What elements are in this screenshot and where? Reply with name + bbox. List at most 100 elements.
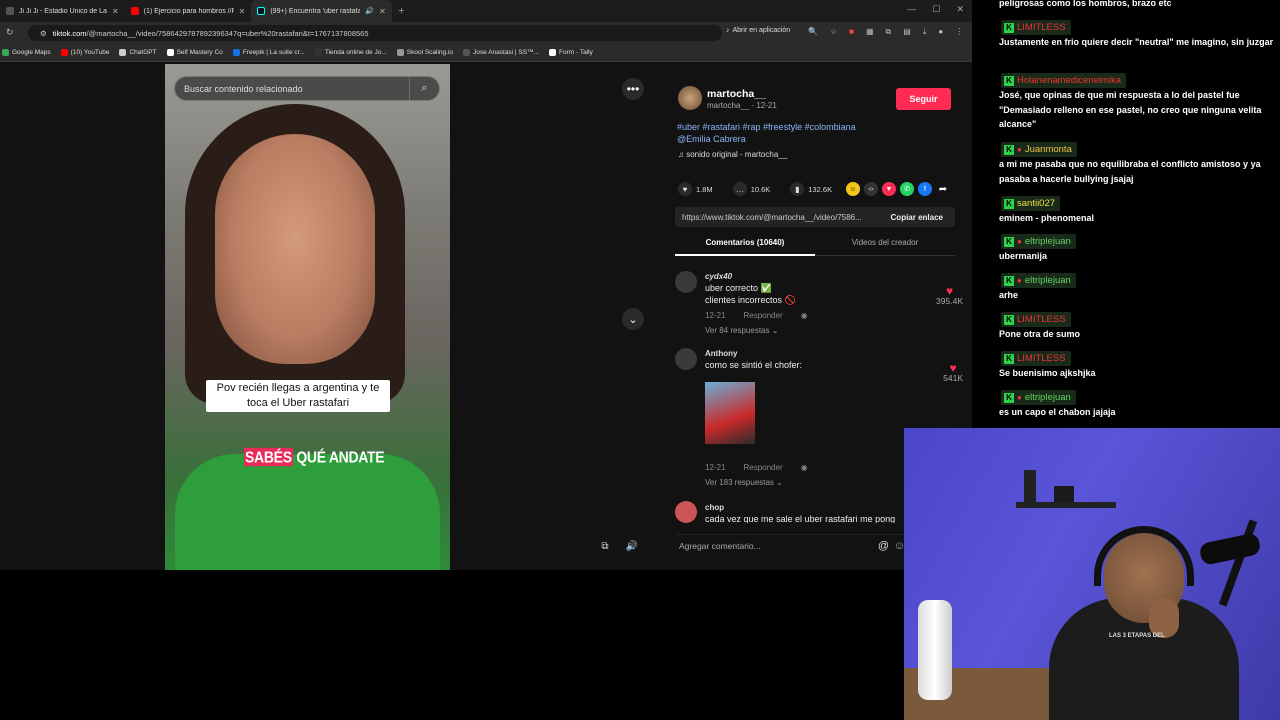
sub-badge-icon: ● xyxy=(1017,237,1022,246)
comment-author[interactable]: chop xyxy=(705,503,724,512)
shelf xyxy=(1016,502,1116,508)
facebook-icon[interactable]: f xyxy=(918,182,932,196)
mention-link[interactable]: @Emilia Cabrera xyxy=(677,133,947,145)
post-link[interactable]: https://www.tiktok.com/@martocha__/video… xyxy=(682,213,862,222)
tab-creator-videos[interactable]: Videos del creador xyxy=(815,238,955,247)
zoom-icon[interactable]: 🔍 xyxy=(808,27,818,37)
bookmark-icon[interactable]: ▮ xyxy=(790,182,805,196)
add-comment-input[interactable]: Agregar comentario... @ ☺ xyxy=(675,534,905,556)
mention-icon[interactable]: @ xyxy=(878,540,889,552)
tab-comments[interactable]: Comentarios (10640) xyxy=(675,238,815,256)
pip-icon[interactable]: ⧉ xyxy=(596,537,614,555)
microphone xyxy=(1198,532,1262,566)
video-player[interactable] xyxy=(165,64,450,570)
chat-username[interactable]: K ● eltriplejuan xyxy=(1001,234,1076,249)
bookmark-item[interactable]: Google Maps xyxy=(2,49,51,56)
puzzle-icon[interactable]: ⧉ xyxy=(886,27,892,37)
volume-icon[interactable]: 🔊 xyxy=(623,537,641,555)
embed-icon[interactable]: ‹› xyxy=(864,182,878,196)
chat-message: Se buenisimo ajkshjka xyxy=(999,368,1096,378)
chat-username[interactable]: K ● eltriplejuan xyxy=(1001,390,1076,405)
chat-username[interactable]: K ● Juanmonta xyxy=(1001,142,1077,157)
bookmark-item[interactable]: Tienda online de Jo... xyxy=(314,49,387,56)
more-options-button[interactable]: ••• xyxy=(622,78,644,100)
share-arrow-icon[interactable]: ➦ xyxy=(936,182,950,196)
minimize-icon[interactable]: — xyxy=(907,4,916,15)
chat-message: arhe xyxy=(999,290,1019,300)
chat-username[interactable]: K Holanenamedicenelmika xyxy=(1001,73,1127,88)
next-video-button[interactable]: ⌄ xyxy=(622,308,644,330)
avatar[interactable] xyxy=(678,86,702,110)
new-tab-button[interactable]: ＋ xyxy=(392,0,411,22)
follow-button[interactable]: Seguir xyxy=(896,88,951,110)
close-icon[interactable]: ✕ xyxy=(112,7,119,16)
chat-username[interactable]: K ● eltriplejuan xyxy=(1001,273,1076,288)
chat-username-text: eltriplejuan xyxy=(1024,236,1071,247)
search-icon[interactable]: ⌕ xyxy=(409,77,439,100)
comment-like-count: 541K xyxy=(943,373,963,383)
hashtags[interactable]: #uber #rastafari #rap #freestyle #colomb… xyxy=(677,121,947,133)
tab-1[interactable]: Ji Ji Ji - Estadio Único de La ✕ xyxy=(0,0,125,22)
sidebar-icon[interactable]: ▤ xyxy=(903,27,911,37)
bookmark-item[interactable]: Form - Tally xyxy=(549,49,593,56)
bookmark-item[interactable]: Jose Anastasi | SS™... xyxy=(463,49,539,56)
download-icon[interactable]: ⤓ xyxy=(923,27,927,37)
comment-like[interactable]: ♥ 541K xyxy=(943,362,963,383)
open-app-button[interactable]: ♪ Abrir en aplicación xyxy=(726,27,790,34)
copy-link-button[interactable]: Copiar enlace xyxy=(891,213,943,222)
chat-username[interactable]: K LIMITLESS xyxy=(1001,351,1071,366)
close-window-icon[interactable]: ✕ xyxy=(956,4,964,15)
bookmark-item[interactable]: Self Mastery Co xyxy=(166,49,223,56)
tab-2[interactable]: (1) Ejercicio para hombros //Re ✕ xyxy=(125,0,252,22)
profile-icon[interactable]: ● xyxy=(938,27,943,37)
comment-author[interactable]: Anthony xyxy=(705,349,737,358)
creator-liked-icon: ◉ xyxy=(800,463,808,472)
author-username[interactable]: martocha__ xyxy=(707,88,766,100)
like-icon[interactable]: ♥ xyxy=(678,182,692,196)
extension-icon[interactable]: ■ xyxy=(849,27,854,37)
comment-avatar[interactable] xyxy=(675,271,697,293)
bookmark-item[interactable]: ChatGPT xyxy=(119,49,157,56)
bookmark-item[interactable]: (10) YouTube xyxy=(60,49,109,56)
comment-author[interactable]: cydx40 xyxy=(705,272,732,281)
kick-badge-icon: K xyxy=(1004,236,1014,247)
extension-icon[interactable]: ▦ xyxy=(866,27,874,37)
audio-icon[interactable]: 🔊 xyxy=(365,7,374,15)
coin-icon[interactable]: ☺ xyxy=(846,182,860,196)
video-subtitle: SABÉS QUÉ ANDATE xyxy=(244,447,385,467)
reply-button[interactable]: Responder xyxy=(743,311,782,320)
view-replies-button[interactable]: Ver 183 respuestas ⌄ xyxy=(705,478,783,487)
maximize-icon[interactable]: ☐ xyxy=(932,4,940,15)
star-icon[interactable]: ☆ xyxy=(830,27,837,37)
reply-button[interactable]: Responder xyxy=(743,463,782,472)
view-replies-button[interactable]: Ver 84 respuestas ⌄ xyxy=(705,326,778,335)
close-icon[interactable]: ✕ xyxy=(239,7,246,16)
comment-avatar[interactable] xyxy=(675,501,697,523)
tab-title: (1) Ejercicio para hombros //Re xyxy=(143,7,234,15)
reload-icon[interactable]: ↻ xyxy=(6,27,14,38)
comment-image[interactable] xyxy=(705,382,755,444)
close-icon[interactable]: ✕ xyxy=(379,7,386,16)
chat-username[interactable]: Ksantii027 xyxy=(1001,196,1061,211)
comment-avatar[interactable] xyxy=(675,348,697,370)
comment-like[interactable]: ♥ 395.4K xyxy=(936,285,963,306)
chat-username[interactable]: K LIMITLESS xyxy=(1001,312,1071,327)
bookmark-icon xyxy=(60,49,68,56)
whatsapp-icon[interactable]: ✆ xyxy=(900,182,914,196)
url-field[interactable]: ⚙ tiktok.com/@martocha__/video/7586429787… xyxy=(28,25,722,41)
chat-username-text: eltriplejuan xyxy=(1024,275,1071,286)
comment-meta: 12-21 Responder ◉ xyxy=(705,311,808,320)
bookmark-label: Skool Scaling.io xyxy=(406,49,454,56)
comment-icon[interactable]: … xyxy=(732,182,747,196)
bookmark-item[interactable]: Skool Scaling.io xyxy=(396,49,454,56)
menu-icon[interactable]: ⋮ xyxy=(955,27,963,37)
bookmark-item[interactable]: Freepik | La suite cr... xyxy=(232,49,305,56)
send-icon[interactable]: ▼ xyxy=(882,182,896,196)
kick-badge-icon: K xyxy=(1004,275,1014,286)
related-search-input[interactable]: Buscar contenido relacionado ⌕ xyxy=(174,76,440,101)
kick-badge-icon: K xyxy=(1004,198,1014,209)
site-info-icon[interactable]: ⚙ xyxy=(40,29,47,38)
chat-username[interactable]: K LIMITLESS xyxy=(1001,20,1071,35)
sound-link[interactable]: ♫ sonido original - martocha__ xyxy=(678,150,787,159)
tab-3[interactable]: (99+) Encuentra 'uber rastafari 🔊 ✕ xyxy=(251,0,392,22)
